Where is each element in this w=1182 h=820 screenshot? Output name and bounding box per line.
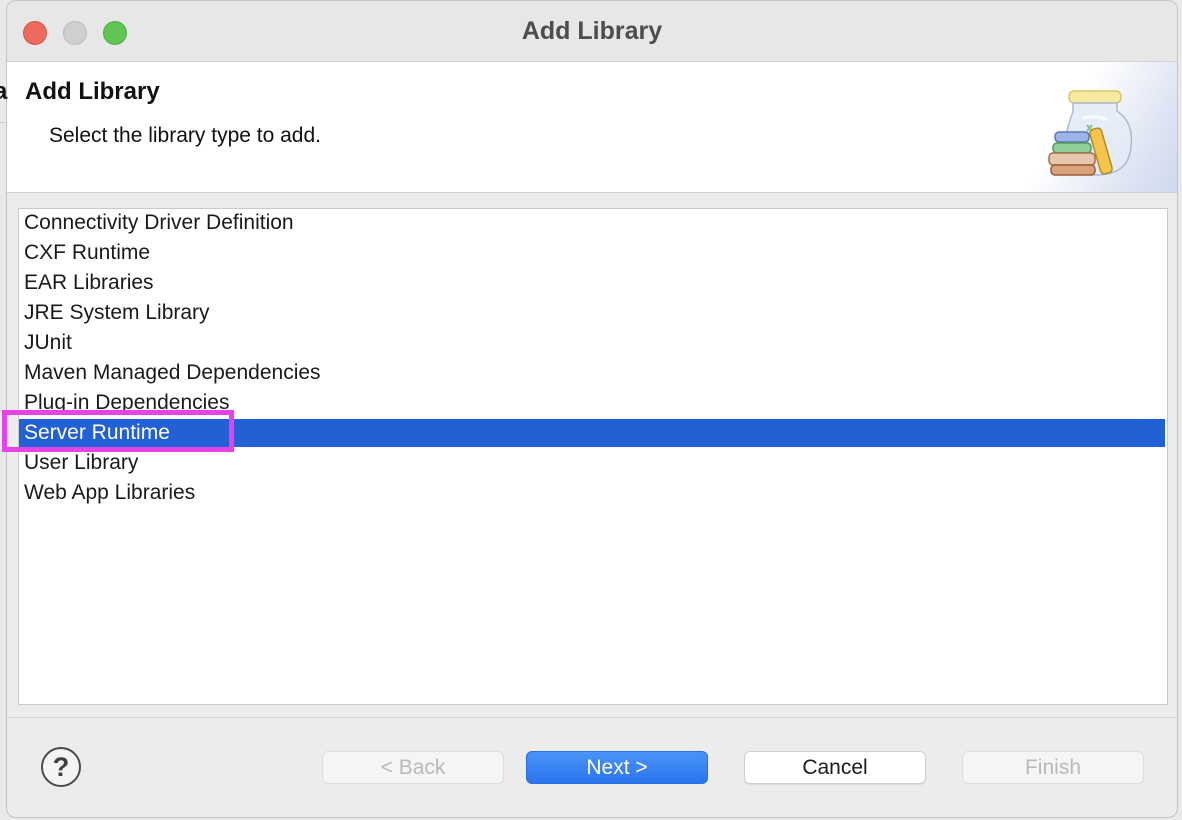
- list-item-maven-managed-dependencies[interactable]: Maven Managed Dependencies: [19, 359, 1165, 387]
- list-item-cxf-runtime[interactable]: CXF Runtime: [19, 239, 1165, 267]
- footer-divider: [7, 717, 1177, 718]
- library-type-list[interactable]: Connectivity Driver Definition CXF Runti…: [18, 208, 1168, 705]
- background-window-divider: [0, 122, 6, 123]
- back-button[interactable]: < Back: [322, 751, 504, 784]
- window-title: Add Library: [521, 17, 663, 45]
- add-library-dialog: Add Library Add Library Select the libra…: [6, 0, 1178, 818]
- list-item-user-library[interactable]: User Library: [19, 449, 1165, 477]
- finish-button[interactable]: Finish: [962, 751, 1144, 784]
- library-jar-icon: [1043, 88, 1133, 180]
- list-item-server-runtime[interactable]: Server Runtime: [19, 419, 1165, 447]
- help-button[interactable]: ?: [41, 747, 81, 787]
- background-window-fragment: a: [0, 78, 8, 105]
- next-button[interactable]: Next >: [526, 751, 708, 784]
- list-item-jre-system-library[interactable]: JRE System Library: [19, 299, 1165, 327]
- list-item-web-app-libraries[interactable]: Web App Libraries: [19, 479, 1165, 507]
- title-bar: Add Library: [7, 1, 1177, 62]
- page-description: Select the library type to add.: [49, 124, 321, 147]
- page-title: Add Library: [25, 78, 160, 105]
- list-item-junit[interactable]: JUnit: [19, 329, 1165, 357]
- list-item-connectivity-driver-definition[interactable]: Connectivity Driver Definition: [19, 209, 1165, 237]
- list-item-ear-libraries[interactable]: EAR Libraries: [19, 269, 1165, 297]
- list-item-plug-in-dependencies[interactable]: Plug-in Dependencies: [19, 389, 1165, 417]
- cancel-button[interactable]: Cancel: [744, 751, 926, 784]
- wizard-header: Add Library Select the library type to a…: [7, 62, 1177, 193]
